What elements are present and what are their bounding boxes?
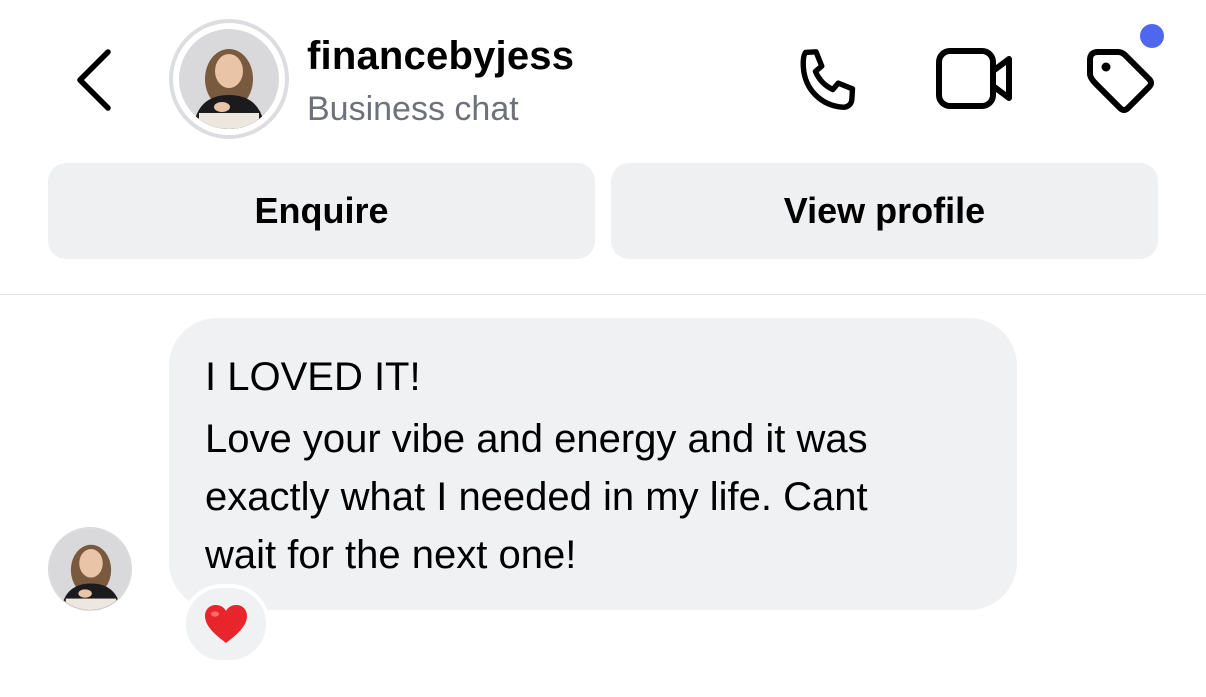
notification-dot (1140, 24, 1164, 48)
call-button[interactable] (792, 42, 868, 118)
video-call-button[interactable] (934, 44, 1016, 114)
chat-username[interactable]: financebyjess (307, 34, 574, 79)
tag-icon (1087, 49, 1154, 113)
video-camera-icon (936, 48, 1012, 109)
message-bubble[interactable]: I LOVED IT! Love your vibe and energy an… (169, 318, 1017, 610)
profile-avatar[interactable] (169, 19, 289, 139)
heart-reaction[interactable] (182, 584, 270, 664)
chat-subtitle: Business chat (307, 90, 519, 128)
message-line: Love your vibe and energy and it was (205, 417, 868, 461)
enquire-button[interactable]: Enquire (48, 163, 595, 259)
header-divider (0, 294, 1206, 295)
message-line: I LOVED IT! (205, 355, 421, 399)
avatar-photo (179, 29, 279, 129)
message-line: exactly what I needed in my life. Cant (205, 475, 868, 519)
phone-icon (800, 49, 856, 110)
back-button[interactable] (70, 44, 120, 116)
heart-icon (205, 605, 247, 643)
chevron-left-icon (77, 49, 111, 111)
dm-thread-screen: financebyjess Business chat Enquire View… (0, 0, 1206, 697)
view-profile-button[interactable]: View profile (611, 163, 1158, 259)
message-line: wait for the next one! (205, 533, 577, 577)
label-button[interactable] (1082, 46, 1158, 116)
sender-avatar[interactable] (48, 527, 132, 611)
